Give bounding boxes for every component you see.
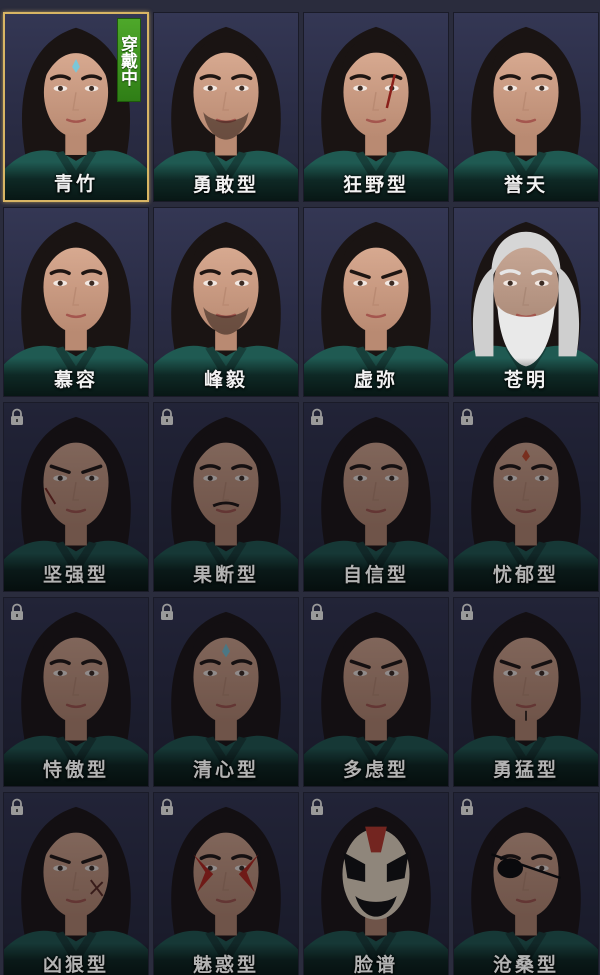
face-preset-card[interactable]: 脸谱 bbox=[303, 792, 449, 975]
lock-icon bbox=[161, 408, 173, 425]
face-preset-label: 勇猛型 bbox=[492, 759, 559, 781]
lock-icon bbox=[11, 408, 23, 425]
face-preset-card[interactable]: 勇猛型 bbox=[453, 597, 599, 787]
face-preset-label: 慕容 bbox=[53, 369, 98, 391]
face-preset-card[interactable]: 青竹 穿戴中 bbox=[3, 12, 149, 202]
face-preset-card[interactable]: 沧桑型 bbox=[453, 792, 599, 975]
lock-icon bbox=[11, 798, 23, 815]
face-preset-label: 虚弥 bbox=[353, 369, 398, 391]
face-preset-grid: 青竹 穿戴中勇敢型 狂野型 誉天慕容 峰毅 虚弥 苍明坚强型 果断型 自信型 忧郁型恃傲型 清心型 多… bbox=[3, 12, 599, 975]
face-preset-card[interactable]: 果断型 bbox=[153, 402, 299, 592]
face-preset-card[interactable]: 苍明 bbox=[453, 207, 599, 397]
face-preset-card[interactable]: 狂野型 bbox=[303, 12, 449, 202]
lock-icon bbox=[311, 408, 323, 425]
face-preset-card[interactable]: 清心型 bbox=[153, 597, 299, 787]
face-preset-label: 凶狠型 bbox=[42, 954, 109, 975]
face-preset-label: 脸谱 bbox=[353, 954, 398, 975]
face-preset-label: 自信型 bbox=[342, 564, 409, 586]
lock-icon bbox=[161, 603, 173, 620]
face-preset-card[interactable]: 峰毅 bbox=[153, 207, 299, 397]
face-preset-label: 狂野型 bbox=[342, 174, 409, 196]
face-preset-label: 魅惑型 bbox=[192, 954, 259, 975]
face-preset-label: 清心型 bbox=[192, 759, 259, 781]
face-preset-label: 沧桑型 bbox=[492, 954, 559, 975]
lock-icon bbox=[461, 603, 473, 620]
lock-icon bbox=[311, 798, 323, 815]
face-preset-label: 青竹 bbox=[53, 173, 98, 195]
face-preset-label: 多虑型 bbox=[342, 759, 409, 781]
face-preset-card[interactable]: 坚强型 bbox=[3, 402, 149, 592]
face-preset-label: 果断型 bbox=[192, 564, 259, 586]
face-preset-card[interactable]: 凶狠型 bbox=[3, 792, 149, 975]
face-preset-card[interactable]: 恃傲型 bbox=[3, 597, 149, 787]
face-preset-card[interactable]: 自信型 bbox=[303, 402, 449, 592]
face-preset-label: 峰毅 bbox=[203, 369, 248, 391]
lock-icon bbox=[461, 408, 473, 425]
lock-icon bbox=[311, 603, 323, 620]
face-preset-label: 勇敢型 bbox=[192, 174, 259, 196]
face-preset-label: 誉天 bbox=[503, 174, 548, 196]
face-preset-label: 坚强型 bbox=[42, 564, 109, 586]
lock-icon bbox=[11, 603, 23, 620]
face-preset-card[interactable]: 虚弥 bbox=[303, 207, 449, 397]
face-preset-card[interactable]: 誉天 bbox=[453, 12, 599, 202]
face-preset-card[interactable]: 多虑型 bbox=[303, 597, 449, 787]
face-preset-card[interactable]: 魅惑型 bbox=[153, 792, 299, 975]
lock-icon bbox=[461, 798, 473, 815]
face-preset-label: 苍明 bbox=[503, 369, 548, 391]
face-preset-card[interactable]: 勇敢型 bbox=[153, 12, 299, 202]
face-preset-label: 忧郁型 bbox=[492, 564, 559, 586]
face-preset-card[interactable]: 忧郁型 bbox=[453, 402, 599, 592]
face-preset-card[interactable]: 慕容 bbox=[3, 207, 149, 397]
face-preset-label: 恃傲型 bbox=[42, 759, 109, 781]
equipped-badge: 穿戴中 bbox=[117, 18, 141, 102]
lock-icon bbox=[161, 798, 173, 815]
